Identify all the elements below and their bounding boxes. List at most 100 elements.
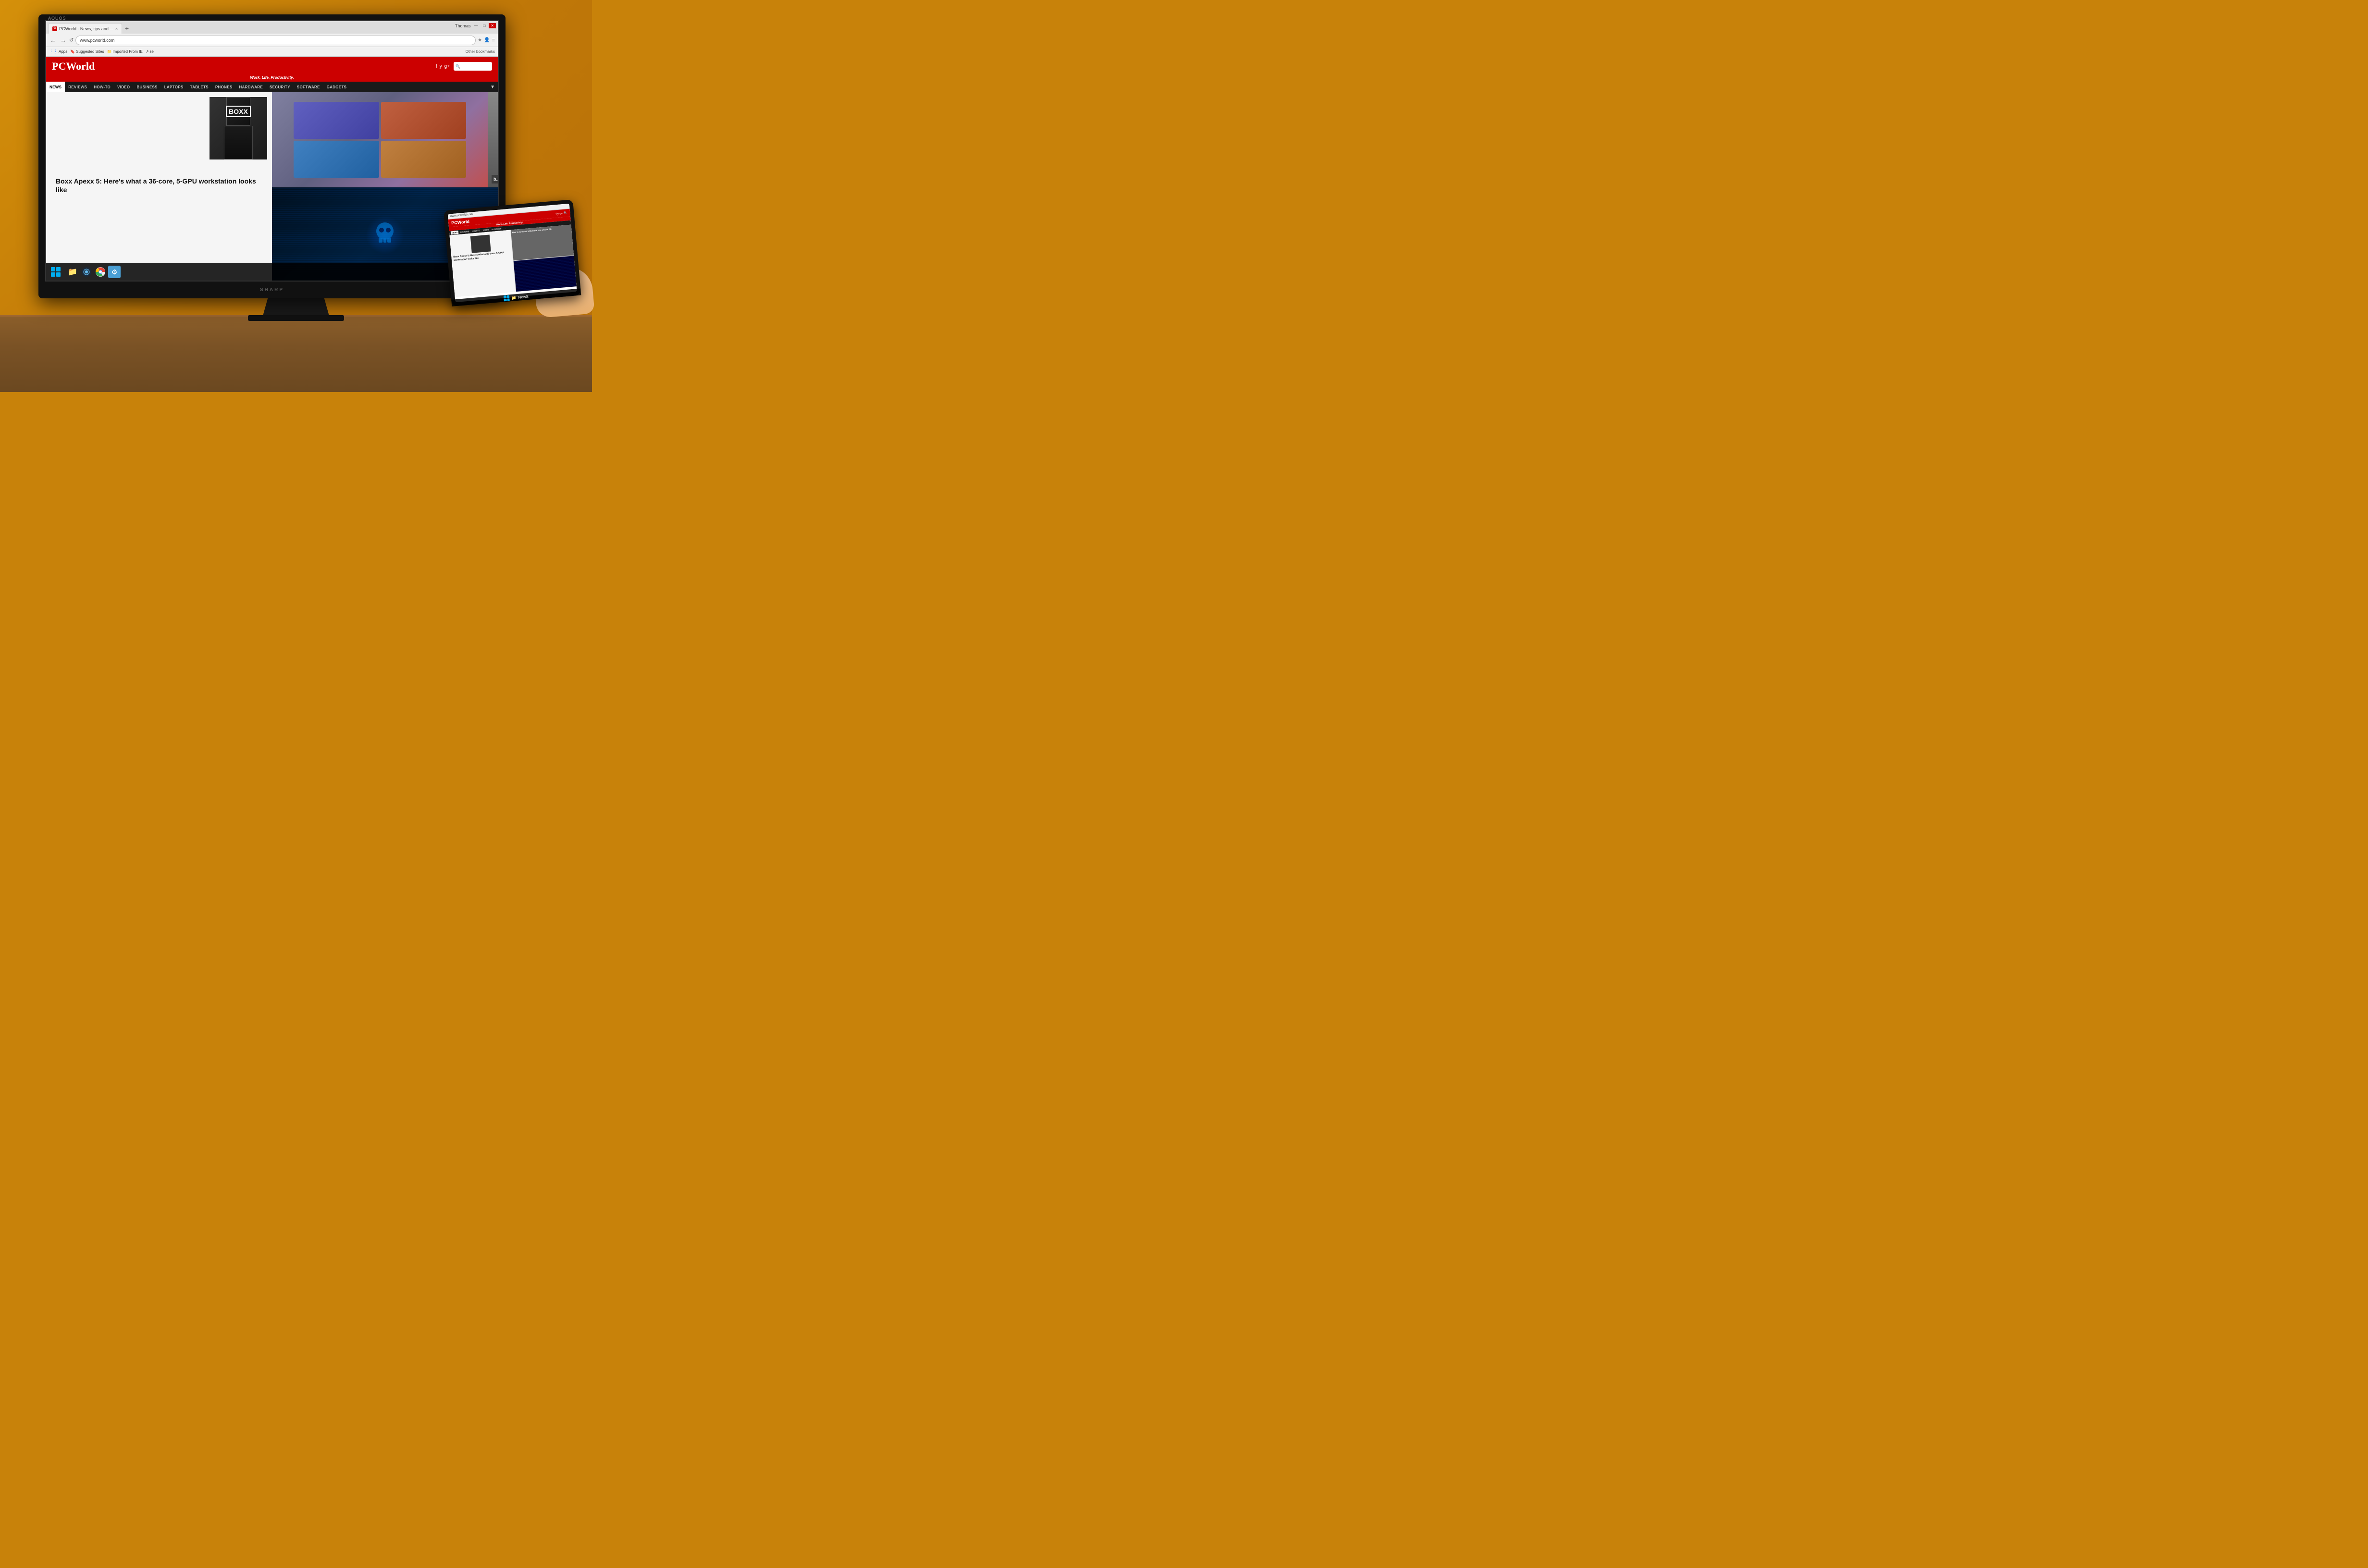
skull-svg — [373, 220, 397, 249]
bookmark-suggested[interactable]: 🔖 Suggested Sites — [70, 49, 104, 54]
other-bookmarks[interactable]: Other bookmarks — [466, 49, 495, 54]
pcworld-navigation: NEWS REVIEWS HOW-TO VIDEO BUSINESS LAPTO… — [46, 82, 498, 92]
profile-area: Thomas — □ ✕ — [455, 23, 496, 28]
multi-screen-image — [272, 92, 488, 187]
new-tab-button[interactable]: + — [122, 24, 132, 33]
screens-article-title: b... — [492, 175, 498, 184]
bookmark-imported[interactable]: 📁 Imported From IE — [107, 49, 142, 54]
search-box[interactable]: 🔍 — [454, 62, 492, 71]
bookmark-icon-star: 🔖 — [70, 49, 75, 54]
browser-chrome: ⏻ PCWorld - News, tips and ... × + Thoma… — [46, 21, 498, 57]
screen-4 — [381, 141, 467, 178]
bookmark-apps[interactable]: ⋮⋮ Apps — [49, 49, 67, 54]
taskbar-pinned-icons: 📁 — [66, 266, 121, 278]
screens-grid — [294, 102, 466, 178]
nav-item-software[interactable]: SOFTWARE — [294, 82, 323, 92]
tab-bar: ⏻ PCWorld - News, tips and ... × + Thoma… — [46, 21, 498, 34]
taskbar-icon-chrome[interactable] — [94, 266, 107, 278]
tablet-social: f y g+ 🔍 — [555, 211, 567, 216]
tv-stand-base — [248, 315, 344, 321]
screen-2 — [381, 102, 467, 139]
taskbar-icon-explorer[interactable]: 📁 — [66, 266, 79, 278]
header-right: f y g+ 🔍 — [436, 62, 492, 71]
bookmark-se[interactable]: ↗ se — [146, 49, 154, 54]
nav-item-business[interactable]: BUSINESS — [133, 82, 160, 92]
screen-3 — [294, 141, 379, 178]
boxx-workstation-image: BOXX — [210, 97, 267, 159]
taskbar-icon-steam[interactable] — [80, 266, 93, 278]
windows-taskbar: 📁 — [46, 263, 498, 281]
tablet-taskbar-icon: 📁 — [511, 295, 517, 300]
facebook-icon[interactable]: f — [436, 64, 437, 69]
suggested-sites-label: Suggested Sites — [76, 49, 104, 54]
tablet-card-security — [513, 256, 577, 292]
tablet-windows-logo — [504, 295, 510, 301]
forward-button[interactable]: → — [59, 37, 67, 44]
imported-label: Imported From IE — [112, 49, 142, 54]
url-bar[interactable] — [75, 36, 476, 45]
browser-tab-active[interactable]: ⏻ PCWorld - News, tips and ... × — [48, 23, 122, 34]
menu-icon[interactable]: ≡ — [492, 37, 495, 43]
tab-title: PCWorld - News, tips and ... — [59, 26, 113, 31]
tablet-hero-title: Boxx Apexx 5: Here's what a 36-core, 5-G… — [453, 251, 510, 262]
google-plus-icon[interactable]: g+ — [444, 64, 450, 69]
scene: AQUOS ⏻ PCWorld - News, tips and ... × +… — [0, 0, 592, 392]
minimize-button[interactable]: — — [472, 23, 480, 28]
hero-article-title: Boxx Apexx 5: Here's what a 36-core, 5-G… — [56, 177, 262, 194]
apps-grid-icon: ⋮⋮ — [49, 49, 58, 54]
refresh-button[interactable]: ↺ — [69, 37, 74, 43]
nav-item-news[interactable]: NEWS — [46, 82, 65, 92]
tablet-news-label: NewS — [518, 294, 529, 299]
pcworld-header: PCWorld f y g+ 🔍 — [46, 57, 498, 75]
hero-article[interactable]: Boxx Apexx 5: Here's what a 36-core, 5-G… — [46, 92, 272, 281]
back-button[interactable]: ← — [49, 37, 57, 44]
nav-item-tablets[interactable]: TABLETS — [187, 82, 212, 92]
share-icon: ↗ — [146, 49, 149, 54]
screen-1 — [294, 102, 379, 139]
tablet-hero-article: Boxx Apexx 5: Here's what a 36-core, 5-G… — [449, 230, 515, 297]
nav-item-video[interactable]: VIDEO — [114, 82, 133, 92]
close-button[interactable]: ✕ — [489, 23, 496, 28]
tablet-screen: www.pcworld.com PCWorld f y g+ 🔍 Work. L… — [448, 204, 577, 302]
tablet-right-col: How to turn your old phone into a basic … — [510, 225, 576, 292]
tv-sharp-label: SHARP — [260, 287, 284, 293]
browser-icons-right: ★ 👤 ≡ — [478, 37, 495, 43]
tablet-card-screens: How to turn your old phone into a basic … — [510, 225, 574, 261]
browser-controls: ← → ↺ ★ 👤 ≡ — [46, 34, 498, 47]
profile-name: Thomas — [455, 24, 471, 28]
social-icons: f y g+ — [436, 64, 450, 69]
star-icon[interactable]: ★ — [478, 37, 482, 43]
bookmarks-bar: ⋮⋮ Apps 🔖 Suggested Sites 📁 Imported Fro… — [46, 47, 498, 57]
pcworld-website: PCWorld f y g+ 🔍 Work. Life. — [46, 57, 498, 281]
tablet-content: Boxx Apexx 5: Here's what a 36-core, 5-G… — [449, 225, 576, 297]
nav-item-gadgets[interactable]: GADGETS — [323, 82, 350, 92]
pcworld-logo[interactable]: PCWorld — [52, 60, 95, 73]
nav-item-hardware[interactable]: HARDWARE — [236, 82, 267, 92]
article-card-screens[interactable]: b... — [272, 92, 498, 187]
se-label: se — [149, 49, 153, 54]
boxx-logo: BOXX — [226, 106, 251, 117]
taskbar-icon-settings[interactable]: ⚙ — [108, 266, 121, 278]
tab-close-button[interactable]: × — [115, 26, 118, 31]
tablet-hero-image — [470, 234, 491, 253]
tablet-nav-news: NEWS — [451, 231, 459, 234]
tablet-pcworld-logo: PCWorld — [451, 219, 470, 225]
tv-screen: ⏻ PCWorld - News, tips and ... × + Thoma… — [45, 20, 499, 282]
chrome-icon-svg — [95, 267, 106, 277]
tablet-outer-frame: www.pcworld.com PCWorld f y g+ 🔍 Work. L… — [444, 199, 581, 306]
table-surface — [0, 315, 592, 392]
person-icon: 👤 — [484, 37, 490, 43]
nav-dropdown-button[interactable]: ▼ — [487, 85, 498, 90]
search-icon: 🔍 — [456, 64, 460, 69]
steam-icon-svg — [81, 267, 92, 277]
maximize-button[interactable]: □ — [481, 23, 487, 28]
nav-item-phones[interactable]: PHONES — [212, 82, 236, 92]
nav-item-security[interactable]: SECURITY — [266, 82, 294, 92]
nav-item-howto[interactable]: HOW-TO — [90, 82, 114, 92]
nav-item-reviews[interactable]: REVIEWS — [65, 82, 90, 92]
tv-display: AQUOS ⏻ PCWorld - News, tips and ... × +… — [38, 14, 506, 298]
tablet-device: www.pcworld.com PCWorld f y g+ 🔍 Work. L… — [444, 199, 587, 316]
nav-item-laptops[interactable]: LAPTOPS — [161, 82, 187, 92]
start-button[interactable] — [49, 265, 62, 279]
twitter-icon[interactable]: y — [440, 64, 442, 69]
